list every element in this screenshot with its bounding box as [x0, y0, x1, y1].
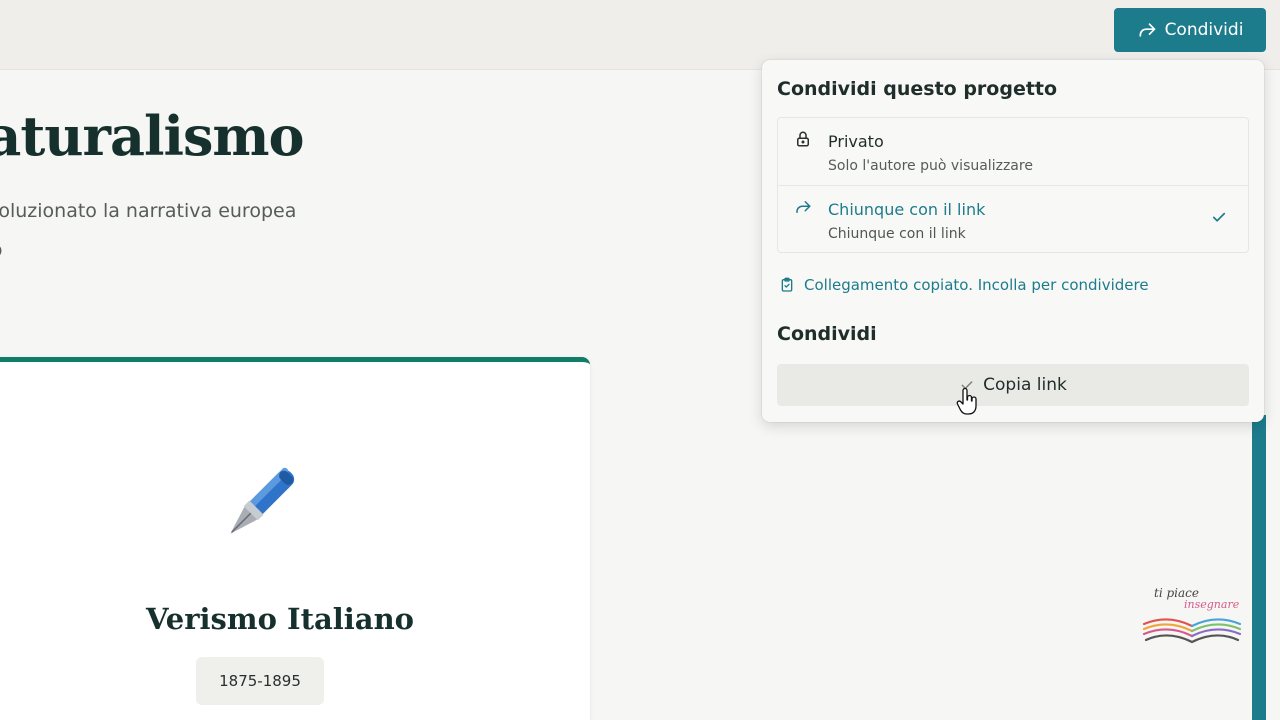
share-section-title: Condividi	[777, 323, 877, 345]
logo-text-line2: insegnare	[1184, 598, 1240, 611]
share-button-label: Condividi	[1164, 20, 1244, 40]
share-icon	[796, 201, 811, 213]
page-subtitle-line2: olo	[0, 231, 394, 270]
logo: ti piace insegnare	[1136, 578, 1252, 658]
movement-card[interactable]: Verismo Italiano 1875-1895	[0, 357, 590, 720]
date-badge: 1875-1895	[196, 657, 324, 705]
fountain-pen-icon	[230, 467, 295, 534]
hand-cursor-icon	[956, 388, 977, 415]
option-private-description: Solo l'autore può visualizzare	[828, 158, 1033, 174]
lock-icon	[797, 131, 809, 147]
option-anyone-with-link[interactable]: Chiunque con il link Chiunque con il lin…	[778, 185, 1248, 252]
page-title: Naturalismo	[0, 104, 305, 168]
option-private[interactable]: Privato Solo l'autore può visualizzare	[778, 118, 1248, 185]
copy-link-label: Copia link	[983, 375, 1067, 395]
copy-link-button[interactable]: Copia link	[777, 364, 1249, 406]
visibility-options: Privato Solo l'autore può visualizzare C…	[777, 117, 1249, 253]
book-icon	[1142, 618, 1242, 644]
side-stripe	[1252, 415, 1266, 720]
check-icon	[1212, 212, 1226, 222]
popover-title: Condividi questo progetto	[777, 78, 1058, 100]
card-title: Verismo Italiano	[145, 602, 415, 636]
share-icon	[1139, 23, 1155, 37]
clipboard-check-icon	[781, 277, 793, 292]
share-button[interactable]: Condividi	[1114, 8, 1266, 52]
link-copied-message: Collegamento copiato. Incolla per condiv…	[779, 276, 1149, 294]
option-link-description: Chiunque con il link	[828, 226, 966, 242]
link-copied-text: Collegamento copiato. Incolla per condiv…	[804, 276, 1149, 294]
share-popover: Condividi questo progetto Privato Solo l…	[762, 60, 1264, 422]
page-subtitle: rivoluzionato la narrativa europea olo	[0, 192, 394, 270]
option-private-label: Privato	[828, 132, 884, 151]
page-subtitle-line1: rivoluzionato la narrativa europea	[0, 200, 297, 222]
option-link-label: Chiunque con il link	[828, 200, 986, 219]
